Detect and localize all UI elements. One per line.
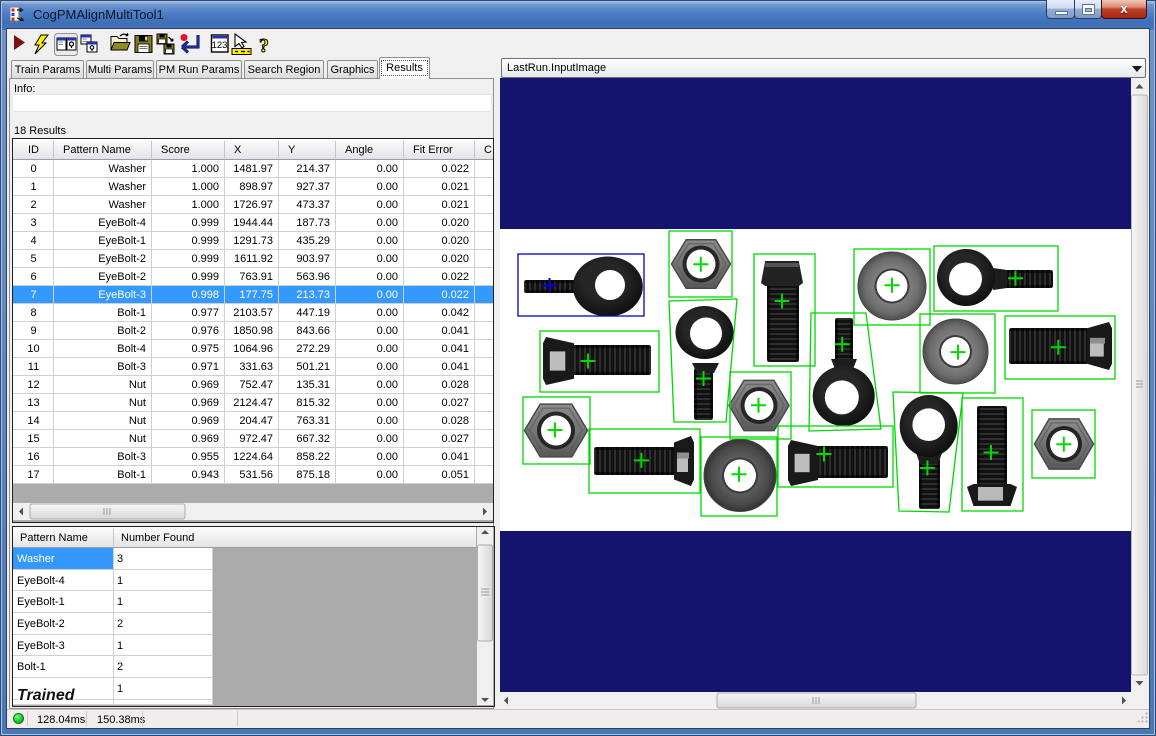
svg-text:?: ? (259, 35, 269, 57)
svg-text:123: 123 (212, 40, 228, 51)
